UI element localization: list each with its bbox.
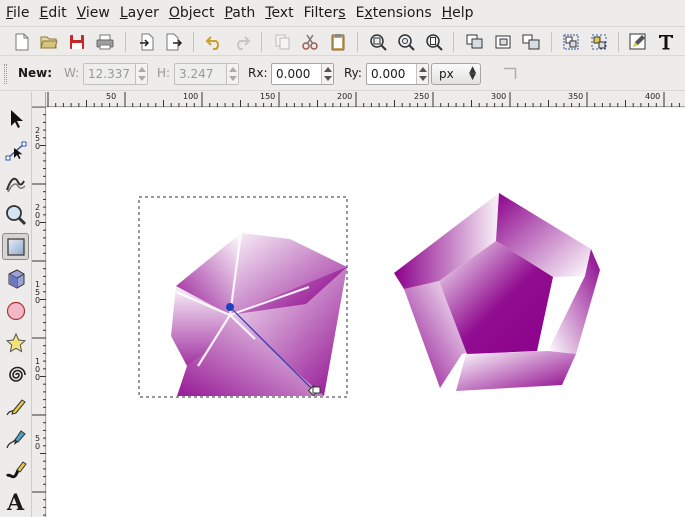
- export-icon[interactable]: [163, 31, 185, 53]
- text-font-icon[interactable]: [655, 31, 677, 53]
- menu-edit[interactable]: Edit: [35, 0, 70, 26]
- tweak-icon[interactable]: [2, 169, 29, 196]
- pen-icon[interactable]: [2, 425, 29, 452]
- open-document-icon[interactable]: [38, 31, 60, 53]
- print-icon[interactable]: [94, 31, 116, 53]
- undo-icon[interactable]: [203, 31, 225, 53]
- menu-help[interactable]: Help: [438, 0, 478, 26]
- ungroup-icon[interactable]: [588, 31, 610, 53]
- cut-icon: [299, 31, 321, 53]
- ry-label: Ry:: [344, 66, 362, 80]
- zoom-page-icon[interactable]: [423, 31, 445, 53]
- ruler-label: 350: [568, 92, 584, 101]
- height-label: H:: [157, 66, 171, 80]
- toolbar-separator: [357, 32, 358, 52]
- star-icon[interactable]: [2, 329, 29, 356]
- menu-extensions[interactable]: Extensions: [352, 0, 436, 26]
- menu-file[interactable]: File: [2, 0, 33, 26]
- fill-stroke-icon[interactable]: [627, 31, 649, 53]
- resize-handle[interactable]: [312, 386, 321, 394]
- toolbar-separator: [618, 32, 619, 52]
- unlink-clone-icon[interactable]: [520, 31, 542, 53]
- copy-icon: [272, 31, 294, 53]
- zoom-selection-icon[interactable]: [367, 31, 389, 53]
- save-icon[interactable]: [66, 31, 88, 53]
- ry-spinbox[interactable]: 0.000: [366, 63, 429, 85]
- ruler-label: 150: [260, 92, 276, 101]
- paste-icon[interactable]: [327, 31, 349, 53]
- rx-spinbox[interactable]: 0.000: [271, 63, 334, 85]
- ruler-label: 50: [106, 92, 117, 101]
- toolbar-separator: [125, 32, 126, 52]
- height-spinbox: 3.247: [174, 63, 239, 85]
- horizontal-ruler[interactable]: 50 100 150 200 250 300 350 400: [46, 92, 685, 107]
- width-spinbox: 12.337: [83, 63, 148, 85]
- toolbox: A: [0, 92, 32, 517]
- ruler-label: 200: [35, 203, 41, 228]
- toolbar-separator: [261, 32, 262, 52]
- command-bar: [0, 26, 685, 56]
- new-label: New:: [18, 66, 53, 80]
- menu-layer[interactable]: Layer: [116, 0, 163, 26]
- ruler-label: 150: [35, 280, 41, 305]
- menu-view[interactable]: View: [73, 0, 114, 26]
- zoom-icon[interactable]: [2, 201, 29, 228]
- menu-path[interactable]: Path: [220, 0, 259, 26]
- ruler-label: 400: [645, 92, 661, 101]
- selector-arrow-icon[interactable]: [2, 105, 29, 132]
- duplicate-icon[interactable]: [464, 31, 486, 53]
- drawing-canvas[interactable]: [47, 108, 685, 517]
- menu-object[interactable]: Object: [165, 0, 219, 26]
- menu-text[interactable]: Text: [261, 0, 297, 26]
- new-document-icon[interactable]: [11, 31, 33, 53]
- toolbar-separator: [193, 32, 194, 52]
- vertical-ruler[interactable]: 250 200 150 100 50: [32, 107, 46, 517]
- not-rounded-icon[interactable]: [503, 67, 517, 83]
- ruler-corner: [32, 92, 46, 107]
- gradient-start-handle[interactable]: [226, 303, 234, 311]
- ruler-label: 300: [491, 92, 507, 101]
- unit-select-caret-icon: ▲ ▼: [469, 65, 476, 82]
- group-icon[interactable]: [560, 31, 582, 53]
- toolbar-separator: [551, 32, 552, 52]
- rectangle-icon[interactable]: [2, 233, 29, 260]
- right-pentagon[interactable]: [394, 193, 600, 391]
- menu-bar: File Edit View Layer Object Path Text Fi…: [0, 0, 685, 26]
- 3d-box-icon[interactable]: [2, 265, 29, 292]
- node-editor-icon[interactable]: [2, 137, 29, 164]
- spiral-icon[interactable]: [2, 361, 29, 388]
- ruler-label: 200: [337, 92, 353, 101]
- zoom-drawing-icon[interactable]: [395, 31, 417, 53]
- ruler-label: 250: [414, 92, 430, 101]
- ruler-label: 250: [35, 126, 41, 151]
- text-icon[interactable]: A: [2, 489, 29, 516]
- left-pentagon[interactable]: [171, 232, 347, 396]
- clone-icon[interactable]: [492, 31, 514, 53]
- toolbar-grip[interactable]: [4, 64, 7, 84]
- import-icon[interactable]: [136, 31, 158, 53]
- pencil-icon[interactable]: [2, 393, 29, 420]
- inkscape-window: File Edit View Layer Object Path Text Fi…: [0, 0, 685, 517]
- redo-icon: [231, 31, 253, 53]
- tool-controls-bar: New: W: 12.337 H: 3.247 Rx: 0.000 Ry: 0.…: [0, 57, 685, 91]
- toolbar-separator: [453, 32, 454, 52]
- ruler-label: 50: [35, 434, 41, 451]
- width-label: W:: [64, 66, 80, 80]
- ruler-label: 100: [35, 357, 41, 382]
- rx-label: Rx:: [248, 66, 268, 80]
- calligraphy-icon[interactable]: [2, 457, 29, 484]
- ruler-label: 100: [183, 92, 199, 101]
- ellipse-icon[interactable]: [2, 297, 29, 324]
- unit-select[interactable]: px ▲ ▼: [431, 63, 481, 85]
- menu-filters[interactable]: Filters: [300, 0, 350, 26]
